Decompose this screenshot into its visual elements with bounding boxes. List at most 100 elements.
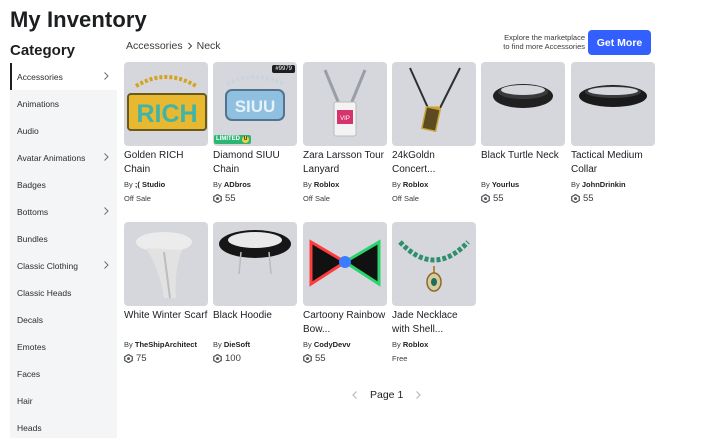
item-thumbnail[interactable]: SIUU #9979 LIMITED U <box>213 62 297 146</box>
creator-by: By <box>571 180 580 189</box>
robux-icon <box>303 353 312 363</box>
sidebar-item-label: Audio <box>17 125 39 136</box>
breadcrumb: Accessories Neck <box>126 40 221 52</box>
creator-name[interactable]: ⁠;( Studio <box>135 180 165 189</box>
creator-by: By <box>124 180 133 189</box>
sidebar-item-bottoms[interactable]: Bottoms <box>10 198 117 225</box>
sidebar-item-label: Bottoms <box>17 206 49 217</box>
item-thumbnail[interactable] <box>124 222 208 306</box>
sidebar-item-label: Badges <box>17 179 46 190</box>
item-card[interactable]: Black Hoodie By DieSoft 100 <box>213 222 297 364</box>
item-card[interactable]: VIP Zara Larsson Tour Lanyard By Roblox Off… <box>303 62 387 204</box>
creator-name[interactable]: Yourlus <box>492 180 519 189</box>
creator-name[interactable]: Roblox <box>403 180 428 189</box>
item-creator: By ADbros <box>213 180 297 189</box>
chevron-right-icon <box>104 153 109 161</box>
item-thumbnail[interactable] <box>303 222 387 306</box>
item-price: 75 <box>124 352 208 364</box>
item-image: VIP <box>323 69 367 137</box>
sidebar-item-animations[interactable]: Animations <box>10 90 117 117</box>
sidebar-item-classic-heads[interactable]: Classic Heads <box>10 279 117 306</box>
sidebar-item-label: Hair <box>17 395 33 406</box>
item-card[interactable]: SIUU #9979 LIMITED U Diamond SIUU Chain By AD… <box>213 62 297 204</box>
sidebar-item-hair[interactable]: Hair <box>10 387 117 414</box>
creator-by: By <box>303 340 312 349</box>
breadcrumb-parent[interactable]: Accessories <box>126 40 183 52</box>
item-card[interactable]: Jade Necklace with Shell... By Roblox Free <box>392 222 476 364</box>
sidebar-item-label: Accessories <box>17 71 63 82</box>
item-thumbnail[interactable]: RICH <box>124 62 208 146</box>
creator-by: By <box>392 340 401 349</box>
item-thumbnail[interactable] <box>213 222 297 306</box>
item-thumbnail[interactable] <box>481 62 565 146</box>
sidebar-item-label: Classic Heads <box>17 287 72 298</box>
item-creator: By CodyDevv <box>303 340 387 349</box>
item-card[interactable]: Tactical Medium Collar By JohnDrinkin 55 <box>571 62 655 204</box>
sidebar-item-audio[interactable]: Audio <box>10 117 117 144</box>
item-image <box>398 240 470 292</box>
sidebar-item-emotes[interactable]: Emotes <box>10 333 117 360</box>
creator-by: By <box>213 340 222 349</box>
sidebar-item-bundles[interactable]: Bundles <box>10 225 117 252</box>
pagination: Page 1 <box>350 389 423 401</box>
item-thumbnail[interactable] <box>571 62 655 146</box>
item-card[interactable]: Black Turtle Neck By Yourlus 55 <box>481 62 565 204</box>
creator-by: By <box>392 180 401 189</box>
creator-name[interactable]: Roblox <box>314 180 339 189</box>
creator-name[interactable]: CodyDevv <box>314 340 351 349</box>
price-status: Off Sale <box>303 193 330 203</box>
item-thumbnail[interactable]: VIP <box>303 62 387 146</box>
item-creator: By DieSoft <box>213 340 297 349</box>
item-name[interactable]: White Winter Scarf <box>124 309 208 337</box>
item-card[interactable]: Cartoony Rainbow Bow... By CodyDevv 55 <box>303 222 387 364</box>
item-thumbnail[interactable] <box>392 222 476 306</box>
robux-icon <box>481 193 490 203</box>
price-value: 55 <box>493 192 504 204</box>
item-name[interactable]: Diamond SIUU Chain <box>213 149 297 177</box>
item-price: Off Sale <box>392 192 476 204</box>
sidebar-item-label: Emotes <box>17 341 46 352</box>
sidebar-item-heads[interactable]: Heads <box>10 414 117 438</box>
sidebar-item-classic-clothing[interactable]: Classic Clothing <box>10 252 117 279</box>
item-name[interactable]: Golden RICH Chain <box>124 149 208 177</box>
robux-icon <box>213 193 222 203</box>
item-card[interactable]: White Winter Scarf By TheShipArchitect 75 <box>124 222 208 364</box>
chevron-right-icon <box>104 261 109 269</box>
creator-name[interactable]: TheShipArchitect <box>135 340 197 349</box>
item-name[interactable]: Zara Larsson Tour Lanyard <box>303 149 387 177</box>
sidebar-item-badges[interactable]: Badges <box>10 171 117 198</box>
chevron-right-icon <box>104 207 109 215</box>
creator-name[interactable]: Roblox <box>403 340 428 349</box>
item-name[interactable]: Black Hoodie <box>213 309 297 337</box>
item-image <box>219 230 291 275</box>
item-image <box>493 84 553 108</box>
creator-name[interactable]: JohnDrinkin <box>582 180 626 189</box>
chevron-left-icon[interactable] <box>350 390 360 400</box>
page-label: Page 1 <box>370 389 404 401</box>
item-thumbnail[interactable] <box>392 62 476 146</box>
get-more-button[interactable]: Get More <box>588 30 651 55</box>
item-name[interactable]: 24kGoldn Concert... <box>392 149 476 177</box>
item-price: Free <box>392 352 476 364</box>
item-image: RICH <box>127 75 207 131</box>
item-card[interactable]: 24kGoldn Concert... By Roblox Off Sale <box>392 62 476 204</box>
sidebar-item-faces[interactable]: Faces <box>10 360 117 387</box>
item-name[interactable]: Jade Necklace with Shell... <box>392 309 476 337</box>
sidebar-item-accessories[interactable]: Accessories <box>10 63 117 90</box>
sidebar-item-avatar-animations[interactable]: Avatar Animations <box>10 144 117 171</box>
item-name[interactable]: Cartoony Rainbow Bow... <box>303 309 387 337</box>
item-card[interactable]: RICH Golden RICH Chain By ⁠;( Studio Off Sa… <box>124 62 208 204</box>
price-value: 100 <box>225 352 241 364</box>
creator-by: By <box>124 340 133 349</box>
item-image <box>309 239 381 287</box>
item-image <box>409 67 461 133</box>
creator-by: By <box>213 180 222 189</box>
creator-name[interactable]: DieSoft <box>224 340 250 349</box>
creator-name[interactable]: ADbros <box>224 180 251 189</box>
breadcrumb-current: Neck <box>196 40 221 52</box>
chevron-right-icon[interactable] <box>413 390 423 400</box>
item-name[interactable]: Tactical Medium Collar <box>571 149 655 177</box>
sidebar-item-decals[interactable]: Decals <box>10 306 117 333</box>
item-name[interactable]: Black Turtle Neck <box>481 149 565 177</box>
price-status: Off Sale <box>124 193 151 203</box>
